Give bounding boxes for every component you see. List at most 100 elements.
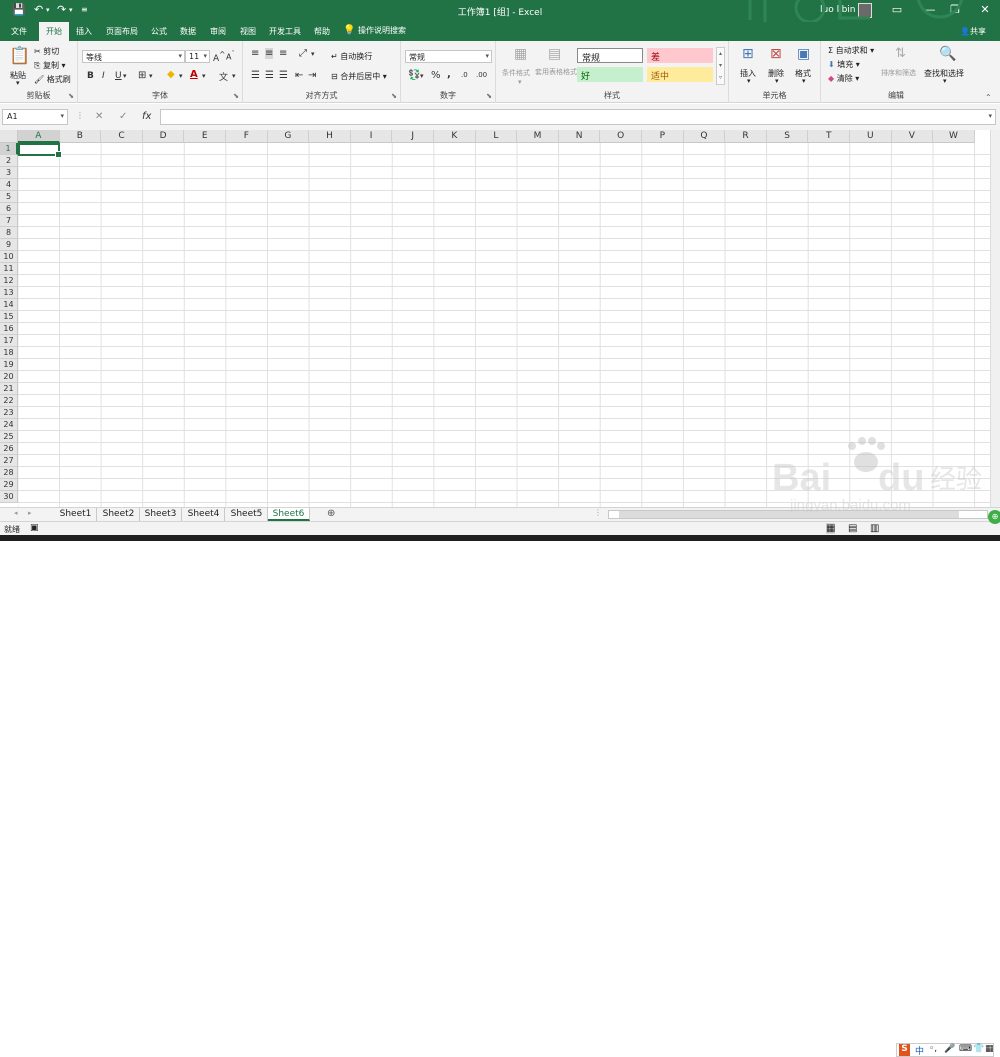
insert-function-button[interactable]: fx [142, 111, 151, 122]
row-header-13[interactable]: 13 [0, 287, 18, 299]
row-header-7[interactable]: 7 [0, 215, 18, 227]
collapse-ribbon-icon[interactable]: ⌃ [985, 93, 992, 102]
column-header-q[interactable]: Q [683, 130, 726, 143]
row-header-15[interactable]: 15 [0, 311, 18, 323]
fill-color-dropdown-icon[interactable]: ▾ [179, 72, 183, 80]
column-header-f[interactable]: F [226, 130, 268, 143]
column-header-l[interactable]: L [475, 130, 518, 143]
merge-center-button[interactable]: ⊟ 合并后居中 ▾ [331, 71, 387, 82]
wrap-text-button[interactable]: ↵ 自动换行 [331, 51, 372, 62]
next-sheet-icon[interactable]: ▸ [28, 509, 32, 517]
row-header-30[interactable]: 30 [0, 491, 18, 503]
tab-developer[interactable]: 开发工具 [269, 26, 301, 37]
align-top-icon[interactable]: ≡ [251, 48, 259, 59]
number-launcher-icon[interactable]: ⬊ [486, 92, 492, 100]
row-header-16[interactable]: 16 [0, 323, 18, 335]
page-break-view-icon[interactable]: ▥ [870, 523, 879, 534]
column-header-o[interactable]: O [600, 130, 642, 143]
row-header-28[interactable]: 28 [0, 467, 18, 479]
tab-insert[interactable]: 插入 [76, 26, 92, 37]
font-size-combo[interactable]: 11 [185, 50, 210, 63]
cut-button[interactable]: ✂ 剪切 [34, 46, 59, 57]
clipboard-launcher-icon[interactable]: ⬊ [68, 92, 74, 100]
increase-indent-icon[interactable]: ⇥ [308, 70, 316, 81]
column-header-d[interactable]: D [142, 130, 185, 143]
select-all-corner[interactable] [0, 130, 18, 143]
row-header-9[interactable]: 9 [0, 239, 18, 251]
sheet-tab-sheet4[interactable]: Sheet4 [183, 508, 225, 521]
ime-skin-icon[interactable]: 👕 [973, 1044, 984, 1054]
style-neutral[interactable]: 适中 [647, 67, 713, 82]
tab-page-layout[interactable]: 页面布局 [106, 26, 138, 37]
fill-button[interactable]: ⬇ 填充 ▾ [828, 59, 860, 70]
phonetic-icon[interactable]: 文 [219, 70, 228, 83]
align-center-icon[interactable]: ☰ [265, 70, 274, 81]
row-header-21[interactable]: 21 [0, 383, 18, 395]
font-launcher-icon[interactable]: ⬊ [233, 92, 239, 100]
font-name-combo[interactable]: 等线 [82, 50, 185, 63]
microphone-icon[interactable]: 🎤 [944, 1044, 955, 1054]
sheet-tab-sheet2[interactable]: Sheet2 [98, 508, 140, 521]
copy-button[interactable]: ⎘ 复制 ▾ [34, 60, 66, 71]
row-header-1[interactable]: 1 [0, 143, 18, 155]
horizontal-scroll-thumb[interactable] [619, 511, 959, 518]
phonetic-dropdown-icon[interactable]: ▾ [232, 72, 236, 80]
row-header-24[interactable]: 24 [0, 419, 18, 431]
name-box[interactable]: A1 [2, 109, 68, 125]
horizontal-scrollbar[interactable] [608, 510, 988, 519]
comma-button[interactable]: , [447, 69, 451, 80]
column-header-u[interactable]: U [850, 130, 892, 143]
row-header-25[interactable]: 25 [0, 431, 18, 443]
find-select-button[interactable]: 🔍 查找和选择 ▾ [924, 46, 969, 88]
increase-font-icon[interactable]: A^ [213, 50, 225, 64]
alignment-launcher-icon[interactable]: ⬊ [391, 92, 397, 100]
clear-button[interactable]: ◆ 清除 ▾ [828, 73, 859, 84]
column-header-p[interactable]: P [642, 130, 684, 143]
autosum-button[interactable]: Σ 自动求和 ▾ [828, 45, 874, 56]
vertical-scrollbar[interactable] [990, 130, 1000, 507]
row-header-19[interactable]: 19 [0, 359, 18, 371]
column-header-w[interactable]: W [933, 130, 975, 143]
accounting-dropdown-icon[interactable]: ▾ [420, 72, 424, 80]
column-header-v[interactable]: V [891, 130, 934, 143]
tab-help[interactable]: 帮助 [314, 26, 330, 37]
page-layout-view-icon[interactable]: ▤ [848, 523, 857, 534]
ime-punct-icon[interactable]: ◦, [929, 1044, 937, 1054]
delete-cells-button[interactable]: ⊠ 删除 ▾ [765, 46, 791, 88]
column-header-s[interactable]: S [766, 130, 809, 143]
sort-filter-button[interactable]: ⇅ 排序和筛选 [881, 46, 925, 88]
format-painter-button[interactable]: 🖌 格式刷 [34, 74, 71, 85]
row-header-8[interactable]: 8 [0, 227, 18, 239]
normal-view-icon[interactable]: ▦ [826, 523, 836, 534]
row-header-10[interactable]: 10 [0, 251, 18, 263]
column-header-a[interactable]: A [18, 130, 60, 143]
style-good[interactable]: 好 [577, 67, 643, 82]
bold-button[interactable]: B [87, 71, 94, 81]
row-header-29[interactable]: 29 [0, 479, 18, 491]
macro-record-icon[interactable]: ▣ [30, 523, 39, 533]
column-header-c[interactable]: C [101, 130, 143, 143]
formula-input[interactable] [160, 109, 996, 125]
decrease-indent-icon[interactable]: ⇤ [295, 70, 303, 81]
row-header-3[interactable]: 3 [0, 167, 18, 179]
paste-button[interactable]: 📋 粘贴 ▾ [6, 46, 32, 87]
row-header-26[interactable]: 26 [0, 443, 18, 455]
italic-button[interactable]: I [102, 71, 105, 81]
prev-sheet-icon[interactable]: ◂ [14, 509, 18, 517]
row-header-6[interactable]: 6 [0, 203, 18, 215]
align-right-icon[interactable]: ☰ [279, 70, 288, 81]
tab-home[interactable]: 开始 [39, 22, 69, 41]
column-header-n[interactable]: N [558, 130, 601, 143]
tab-split-icon[interactable]: ⋮ [594, 508, 602, 517]
column-header-m[interactable]: M [517, 130, 559, 143]
sheet-tab-sheet1[interactable]: Sheet1 [55, 508, 97, 521]
tab-file[interactable]: 文件 [11, 26, 27, 37]
align-bottom-icon[interactable]: ≡ [279, 48, 287, 59]
new-sheet-icon[interactable]: ⊕ [327, 508, 335, 519]
align-middle-icon[interactable]: ≡ [265, 48, 274, 59]
column-header-t[interactable]: T [808, 130, 850, 143]
floating-assistant-icon[interactable]: ⊕ [988, 510, 1000, 524]
row-header-11[interactable]: 11 [0, 263, 18, 275]
accounting-icon[interactable]: 💱 [408, 70, 420, 81]
column-header-b[interactable]: B [59, 130, 102, 143]
